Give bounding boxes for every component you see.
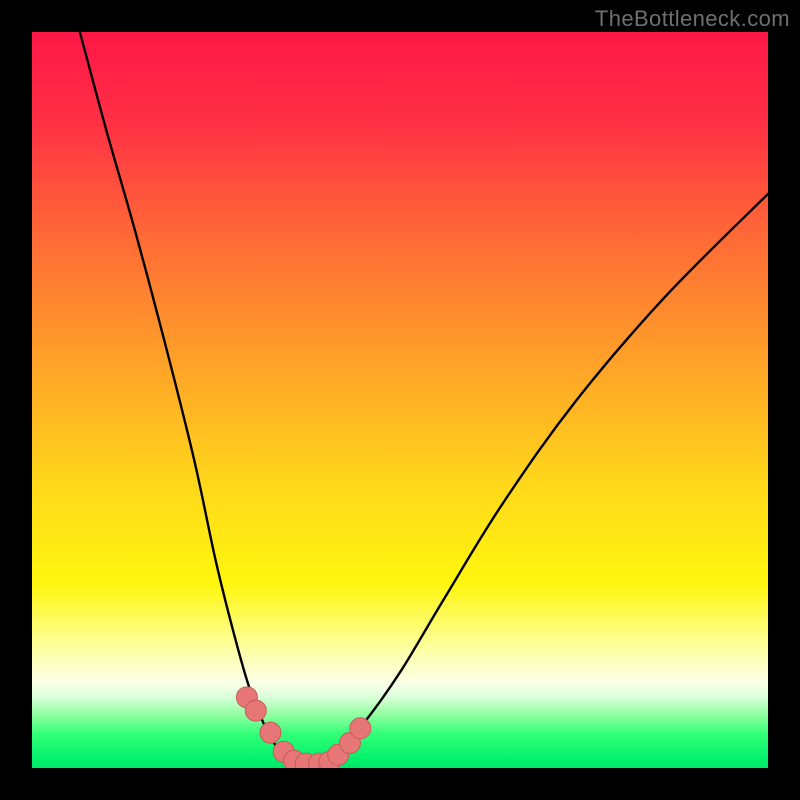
gradient-background [32,32,768,768]
chart-frame: TheBottleneck.com [0,0,800,800]
marker-point [350,718,371,739]
marker-point [260,722,281,743]
watermark-text: TheBottleneck.com [595,6,790,32]
plot-area [32,32,768,768]
marker-point [245,700,266,721]
plot-svg [32,32,768,768]
